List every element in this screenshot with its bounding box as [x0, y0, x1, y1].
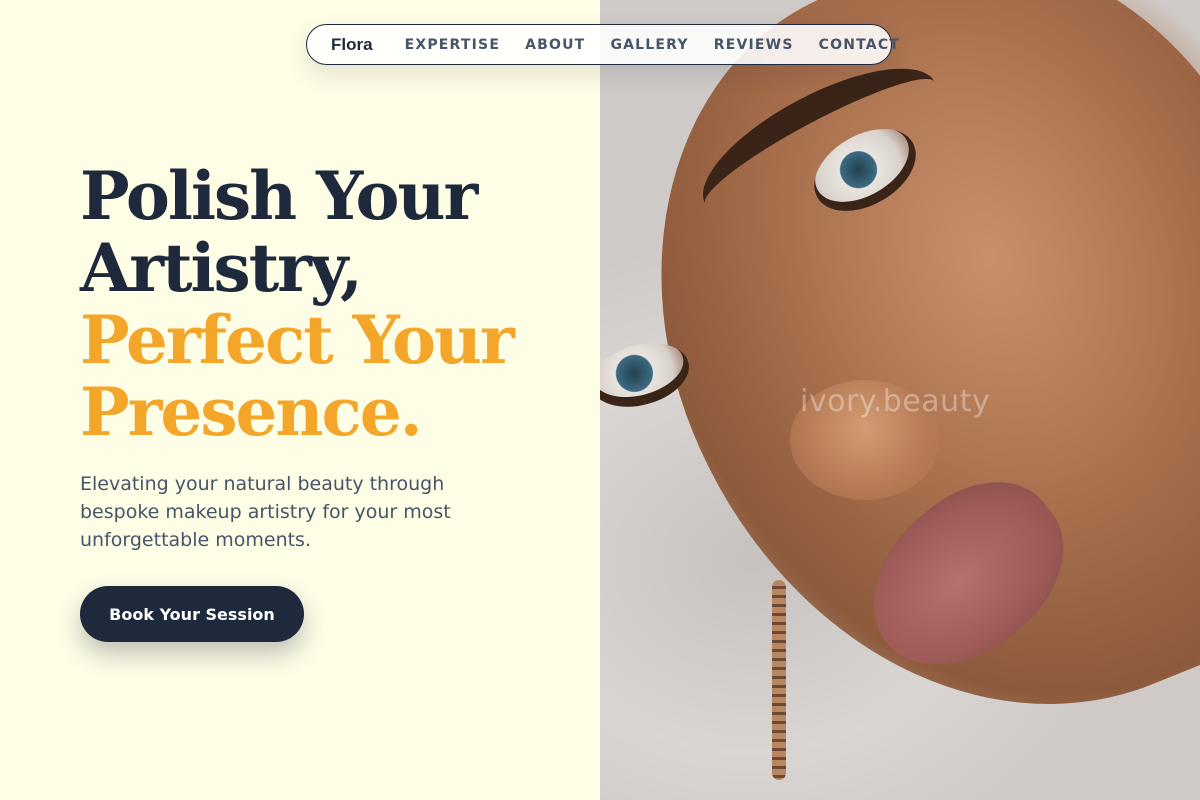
- nav-link-reviews[interactable]: REVIEWS: [714, 37, 794, 53]
- book-session-button[interactable]: Book Your Session: [80, 586, 304, 642]
- nav-link-contact[interactable]: CONTACT: [819, 37, 900, 53]
- hero-headline: Polish Your Artistry, Perfect Your Prese…: [80, 157, 515, 451]
- brand-logo[interactable]: Flora: [331, 35, 373, 55]
- portrait-earring: [772, 580, 786, 780]
- headline-accent-line-1: Perfect Your: [80, 301, 515, 379]
- top-navigation: Flora EXPERTISE ABOUT GALLERY REVIEWS CO…: [306, 24, 899, 65]
- headline-accent-line-2: Presence.: [80, 373, 423, 451]
- nav-link-about[interactable]: ABOUT: [525, 37, 585, 53]
- image-watermark: ivory.beauty: [800, 384, 991, 419]
- hero-subtitle: Elevating your natural beauty through be…: [80, 473, 451, 551]
- headline-line-1: Polish Your: [80, 157, 478, 235]
- nav-link-gallery[interactable]: GALLERY: [610, 37, 688, 53]
- nav-link-expertise[interactable]: EXPERTISE: [405, 37, 501, 53]
- headline-line-2: Artistry,: [80, 229, 363, 307]
